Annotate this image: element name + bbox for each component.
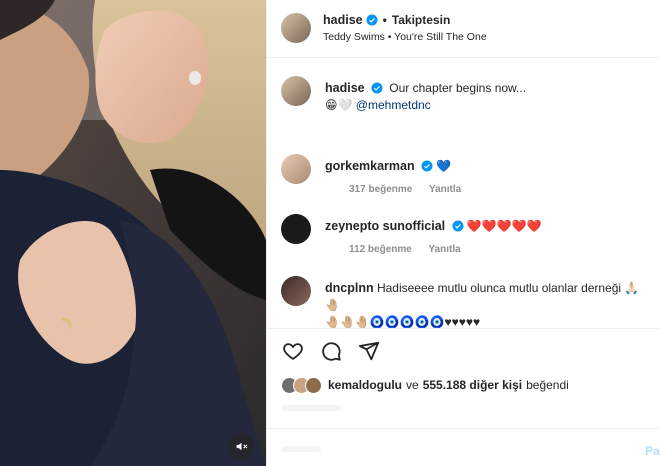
post-comment-button[interactable]: Pa [645, 444, 660, 458]
likes-suffix: beğendi [526, 378, 569, 392]
likes-summary: kemaldogulu ve 555.188 diğer kişi beğend… [281, 375, 569, 395]
verified-icon [452, 220, 463, 232]
audio-track[interactable]: Teddy Swims • You're Still The One [323, 31, 487, 43]
likes-joiner: ve [406, 378, 419, 392]
caption-mention[interactable]: @mehmetdnc [356, 98, 431, 112]
post-photo [0, 0, 266, 466]
separator-dot: • [382, 13, 387, 27]
post-media[interactable] [0, 0, 266, 466]
liker-avatars[interactable] [281, 376, 322, 394]
divider [267, 428, 660, 429]
heart-icon [283, 343, 303, 360]
verified-icon [421, 160, 433, 172]
mute-button[interactable] [228, 433, 254, 459]
comment-text: 💙 [436, 159, 452, 173]
instagram-post-view: hadise • Takiptesin Teddy Swims • You're… [0, 0, 660, 466]
likes-count[interactable]: 555.188 diğer kişi [423, 378, 522, 392]
like-button[interactable] [281, 339, 305, 363]
following-button[interactable]: Takiptesin [392, 13, 450, 27]
comment-text: ❤️❤️❤️❤️❤️ [466, 219, 542, 233]
post-side-panel: hadise • Takiptesin Teddy Swims • You're… [266, 0, 660, 466]
comment-text-2: 🤚🏼🤚🏼🤚🏼🧿🧿🧿🧿🧿♥♥♥♥♥ [325, 315, 481, 328]
caption-emoji: 😁🤍 [325, 98, 353, 112]
comment-meta: 112 beğenme Yanıtla [349, 244, 475, 255]
reply-button[interactable]: Yanıtla [429, 184, 461, 195]
divider [267, 328, 660, 329]
author-avatar[interactable] [281, 13, 311, 43]
caption-text: Our chapter begins now... [389, 81, 527, 95]
commenter-avatar[interactable] [281, 154, 311, 184]
caption-username[interactable]: hadise [325, 81, 365, 95]
author-username[interactable]: hadise [323, 13, 363, 27]
comments-list: hadise Our chapter begins now... 😁🤍 @meh… [267, 58, 660, 328]
comment-likes[interactable]: 317 beğenme [349, 184, 412, 195]
reply-button[interactable]: Yanıtla [428, 244, 460, 255]
share-icon [358, 341, 380, 361]
commenter-avatar[interactable] [281, 214, 311, 244]
commenter-avatar[interactable] [281, 276, 311, 306]
comment-username[interactable]: gorkemkarman [325, 159, 415, 173]
share-button[interactable] [357, 339, 381, 363]
comment-button[interactable] [319, 339, 343, 363]
post-date [281, 405, 341, 411]
comment-meta: 317 beğenme Yanıtla [349, 184, 475, 195]
verified-icon [366, 14, 378, 26]
post-header: hadise • Takiptesin Teddy Swims • You're… [267, 0, 660, 58]
liker-avatar [305, 376, 322, 394]
liker-username[interactable]: kemaldogulu [328, 378, 402, 392]
comment-username[interactable]: zeynepto sunofficial [325, 219, 445, 233]
comment-icon [322, 342, 341, 361]
add-comment-input[interactable] [281, 446, 321, 452]
mute-icon [236, 442, 247, 450]
comment-likes[interactable]: 112 beğenme [349, 244, 412, 255]
comment-username[interactable]: dncplnn [325, 281, 374, 295]
author-avatar[interactable] [281, 76, 311, 106]
post-actions [281, 339, 381, 365]
verified-icon [371, 82, 383, 94]
